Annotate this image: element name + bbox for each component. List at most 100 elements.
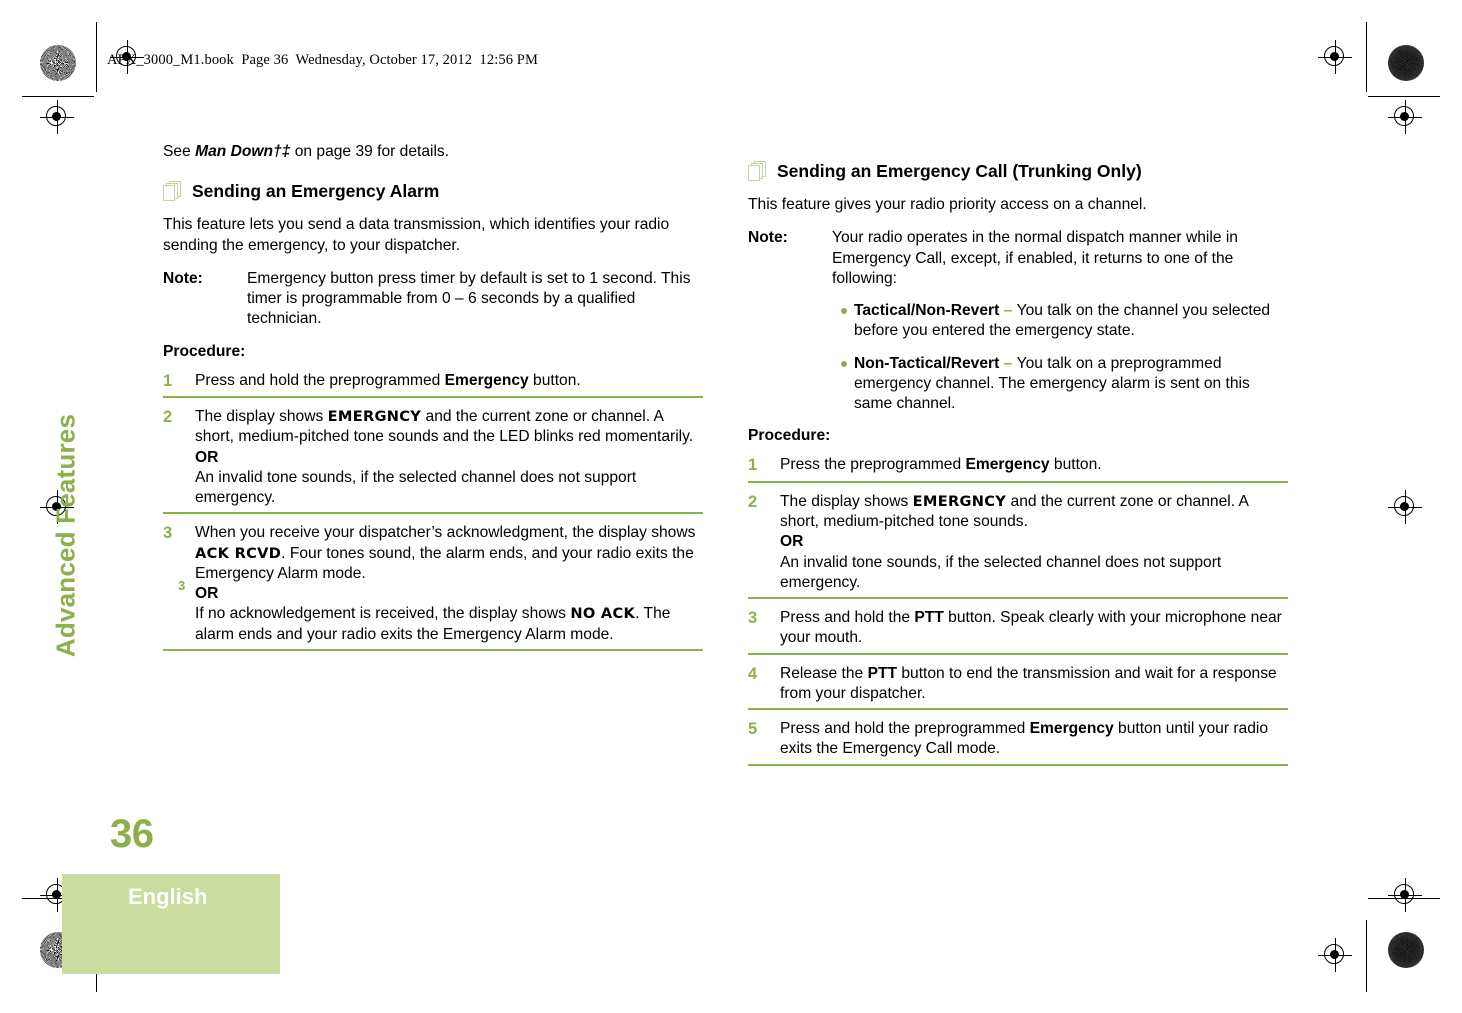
emphasis-run: OR: [780, 533, 804, 551]
procedure-step: 3 When you receive your dispatcher’s ackn…: [163, 523, 703, 651]
step-text: The display shows EMERGNCY and the curre…: [780, 492, 1288, 593]
note-body: Emergency button press timer by default …: [247, 269, 691, 328]
right-text-column: Sending an Emergency Call (Trunking Only…: [748, 142, 1288, 775]
registration-mark-top-right-inner: [1318, 40, 1352, 74]
registration-mark-right-middle: [1388, 490, 1422, 524]
radio-display-text: ACK RCVD: [195, 544, 282, 562]
text-run: When you receive your dispatcher’s ackno…: [195, 524, 696, 542]
text-run: An invalid tone sounds, if the selected …: [195, 468, 637, 507]
procedure-step: 4 Release the PTT button to end the trans…: [748, 664, 1288, 711]
radio-display-text: EMERGNCY: [912, 492, 1007, 510]
step-text: The display shows EMERGNCY and the curre…: [195, 407, 703, 508]
see-term: Man Down†‡: [195, 143, 291, 160]
section-heading-label: Sending an Emergency Alarm: [192, 181, 440, 202]
emphasis-run: PTT: [914, 609, 944, 627]
cross-reference-line: See Man Down†‡ on page 39 for details.: [163, 142, 703, 162]
note-bullet-item: Tactical/Non-Revert – You talk on the ch…: [841, 301, 1288, 342]
left-text-column: See Man Down†‡ on page 39 for details. S…: [163, 142, 703, 660]
emphasis-run: Emergency: [1029, 720, 1114, 738]
chapter-title-vertical: Advanced Features: [50, 413, 81, 658]
moire-target-bottom-right: [1388, 932, 1424, 968]
bullet-dash: –: [999, 354, 1017, 372]
procedure-step: 2 The display shows EMERGNCY and the curr…: [163, 407, 703, 515]
step-number: 2: [163, 408, 173, 427]
step-text: Release the PTT button to end the transm…: [780, 664, 1288, 705]
section-lead-paragraph: This feature gives your radio priority a…: [748, 196, 1147, 213]
step-number: 3: [163, 524, 173, 543]
procedure-step-list: 1 Press the preprogrammed Emergency butto…: [748, 455, 1288, 766]
note-body-text: Your radio operates in the normal dispat…: [832, 229, 1238, 287]
trim-line-bottom-right: [1368, 898, 1440, 899]
text-run: The display shows: [195, 408, 328, 426]
moire-target-top-right: [1388, 45, 1424, 81]
note-label: Note:: [163, 269, 203, 287]
text-run: button.: [528, 371, 581, 389]
procedure-step-list: 1 Press and hold the preprogrammed Emerge…: [163, 371, 703, 651]
trim-line-right-top: [1366, 22, 1367, 92]
running-header: APX_3000_M1.book Page 36 Wednesday, Octo…: [107, 52, 538, 68]
note-bullet-item: Non-Tactical/Revert – You talk on a prep…: [841, 354, 1288, 415]
emphasis-run: PTT: [867, 664, 898, 682]
step-number: 4: [748, 664, 758, 683]
procedure-step: 1 Press and hold the preprogrammed Emerge…: [163, 371, 703, 399]
procedure-step: 1 Press the preprogrammed Emergency butto…: [748, 455, 1288, 483]
see-suffix: on page 39 for details.: [290, 143, 450, 160]
procedure-step: 2 The display shows EMERGNCY and the curr…: [748, 492, 1288, 600]
procedure-label: Procedure:: [163, 342, 246, 360]
bullet-term: Non-Tactical/Revert: [854, 354, 1000, 372]
text-run: Press the preprogrammed: [780, 456, 966, 474]
note-block: Note: Your radio operates in the normal …: [748, 228, 1288, 414]
note-body: Your radio operates in the normal dispat…: [832, 228, 1288, 414]
emphasis-run: OR: [195, 585, 219, 603]
emphasis-run: OR: [195, 448, 219, 466]
step-number: 3: [748, 609, 758, 628]
trim-line-top-right: [1368, 96, 1440, 97]
stacked-pages-icon: [748, 161, 768, 183]
section-heading-emergency-call: Sending an Emergency Call (Trunking Only…: [748, 160, 1288, 183]
text-run: button.: [1049, 456, 1102, 474]
procedure-label: Procedure:: [748, 427, 831, 445]
trim-line-right-bottom: [1366, 920, 1367, 992]
section-heading-label: Sending an Emergency Call (Trunking Only…: [777, 161, 1142, 181]
section-lead-paragraph: This feature lets you send a data transm…: [163, 216, 670, 254]
registration-mark-left-upper: [40, 100, 74, 134]
step-text: When you receive your dispatcher’s ackno…: [195, 523, 703, 645]
bullet-term: Tactical/Non-Revert: [854, 302, 1000, 320]
step-text: Press and hold the preprogrammed Emergen…: [195, 371, 703, 391]
step-text: Press and hold the preprogrammed Emergen…: [780, 719, 1288, 760]
step-text: Press and hold the PTT button. Speak cle…: [780, 608, 1288, 649]
step-number: 5: [748, 720, 758, 739]
text-run: If no acknowledgement is received, the d…: [195, 605, 571, 623]
note-label: Note:: [748, 229, 788, 247]
registration-mark-right-upper: [1388, 100, 1422, 134]
radio-display-text: NO ACK: [570, 605, 636, 623]
section-heading-emergency-alarm: Sending an Emergency Alarm: [163, 180, 703, 203]
emphasis-run: Emergency: [965, 456, 1050, 474]
trim-line-left-top: [96, 22, 97, 92]
note-block: Note: Emergency button press timer by de…: [163, 269, 703, 330]
text-run: Release the: [780, 664, 868, 682]
see-prefix: See: [163, 143, 196, 160]
step-number: 2: [748, 492, 758, 511]
procedure-step: 5 Press and hold the preprogrammed Emerge…: [748, 719, 1288, 766]
emphasis-run: Emergency: [444, 371, 529, 389]
radio-display-text: EMERGNCY: [327, 408, 422, 426]
text-run: An invalid tone sounds, if the selected …: [780, 553, 1222, 591]
step-number: 1: [748, 456, 758, 475]
text-run: Press and hold the: [780, 609, 915, 627]
text-run: Press and hold the preprogrammed: [780, 720, 1030, 738]
registration-mark-right-lower: [1388, 878, 1422, 912]
step-text: Press the preprogrammed Emergency button…: [780, 455, 1288, 475]
procedure-step: 3 Press and hold the PTT button. Speak cl…: [748, 608, 1288, 655]
text-run: The display shows: [780, 492, 913, 510]
stacked-pages-icon: [163, 181, 183, 203]
moire-target-top-left: [40, 45, 76, 81]
bullet-dash: –: [999, 302, 1017, 320]
trim-line-top-left: [22, 96, 94, 97]
language-label: English: [128, 884, 208, 909]
text-run: Press and hold the preprogrammed: [195, 371, 445, 389]
page-number: 36: [110, 812, 154, 856]
step-number: 1: [163, 371, 173, 390]
registration-mark-bottom-right-inner: [1318, 938, 1352, 972]
note-bullet-list: Tactical/Non-Revert – You talk on the ch…: [832, 301, 1288, 414]
